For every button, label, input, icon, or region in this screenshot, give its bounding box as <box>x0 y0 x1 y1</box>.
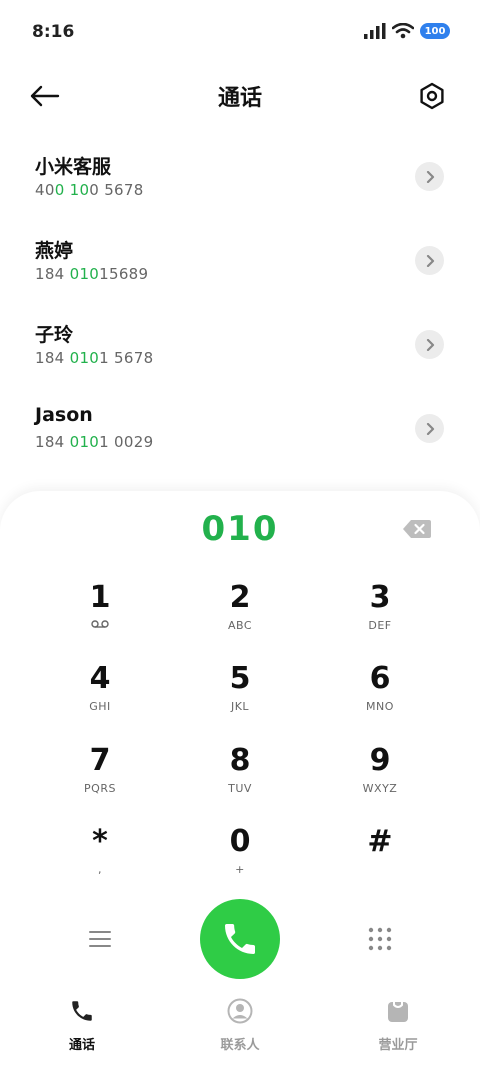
contact-detail-button[interactable] <box>415 162 444 191</box>
contact-name: 燕婷 <box>35 240 74 262</box>
phone-icon <box>225 924 255 954</box>
nav-label: 通话 <box>68 1038 95 1053</box>
voicemail-icon <box>91 620 109 628</box>
contact-list: 小米客服 400 100 5678 燕婷 184 01015689 子玲 184… <box>0 134 480 470</box>
chevron-right-icon <box>426 254 434 267</box>
key-8[interactable]: 8 TUV <box>180 744 300 816</box>
nav-label: 联系人 <box>220 1038 260 1053</box>
contact-icon <box>227 998 253 1024</box>
key-5[interactable]: 5 JKL <box>180 662 300 734</box>
status-icons: 100 <box>364 23 450 39</box>
chevron-right-icon <box>426 170 434 183</box>
wifi-icon <box>392 23 414 39</box>
hamburger-menu-icon <box>89 931 111 947</box>
battery-level: 100 <box>424 25 446 37</box>
phone-screen: 8:16 100 通话 小米客服 400 100 5678 燕婷 184 010… <box>0 0 480 1067</box>
key-star[interactable]: * , <box>40 825 160 897</box>
phone-icon <box>72 1001 92 1021</box>
header: 通话 <box>0 70 480 122</box>
contact-detail-button[interactable] <box>415 330 444 359</box>
chevron-right-icon <box>426 338 434 351</box>
nav-tab-contacts[interactable]: 联系人 <box>180 996 300 1053</box>
settings-hexagon-icon <box>420 82 444 110</box>
key-1[interactable]: 1 <box>40 581 160 653</box>
backspace-icon <box>403 520 431 538</box>
status-time: 8:16 <box>32 22 75 42</box>
nav-label: 营业厅 <box>378 1038 418 1053</box>
key-3[interactable]: 3 DEF <box>320 581 440 653</box>
battery-icon: 100 <box>420 23 450 39</box>
key-7[interactable]: 7 PQRS <box>40 744 160 816</box>
key-4[interactable]: 4 GHI <box>40 662 160 734</box>
keypad-toggle-button[interactable] <box>368 927 392 951</box>
key-6[interactable]: 6 MNO <box>320 662 440 734</box>
key-9[interactable]: 9 WXYZ <box>320 744 440 816</box>
settings-button[interactable] <box>414 78 450 114</box>
dialpad-grid-icon <box>368 927 392 951</box>
chevron-right-icon <box>426 422 434 435</box>
signal-icon <box>364 23 386 39</box>
key-hash[interactable]: # <box>320 825 440 897</box>
call-button[interactable] <box>200 899 280 979</box>
menu-button[interactable] <box>88 929 112 949</box>
contact-row[interactable]: Jason 184 0101 0029 <box>0 386 480 470</box>
contact-detail-button[interactable] <box>415 414 444 443</box>
contact-name: Jason <box>35 404 93 426</box>
key-2[interactable]: 2 ABC <box>180 581 300 653</box>
contact-number: 184 0101 0029 <box>35 433 154 451</box>
nav-tab-store[interactable]: 营业厅 <box>338 996 458 1053</box>
contact-row[interactable]: 燕婷 184 01015689 <box>0 218 480 302</box>
contact-number: 400 100 5678 <box>35 181 144 199</box>
contact-name: 小米客服 <box>35 156 112 178</box>
page-title: 通话 <box>217 86 262 111</box>
contact-number: 184 0101 5678 <box>35 349 154 367</box>
bottom-nav: 通话 联系人 营业厅 <box>0 996 480 1066</box>
contact-detail-button[interactable] <box>415 246 444 275</box>
backspace-button[interactable] <box>402 519 432 539</box>
contact-row[interactable]: 小米客服 400 100 5678 <box>0 134 480 218</box>
dialer-panel: 010 1 2 ABC 3 DEF 4 GHI 5 JKL 6 MNO 7 PQ… <box>0 491 480 1067</box>
contact-row[interactable]: 子玲 184 0101 5678 <box>0 302 480 386</box>
key-0[interactable]: 0 + <box>180 825 300 897</box>
contact-name: 子玲 <box>35 324 74 346</box>
status-bar: 8:16 100 <box>0 0 480 66</box>
store-bag-icon <box>388 1001 408 1022</box>
nav-tab-calls[interactable]: 通话 <box>22 996 142 1053</box>
contact-number: 184 01015689 <box>35 265 149 283</box>
